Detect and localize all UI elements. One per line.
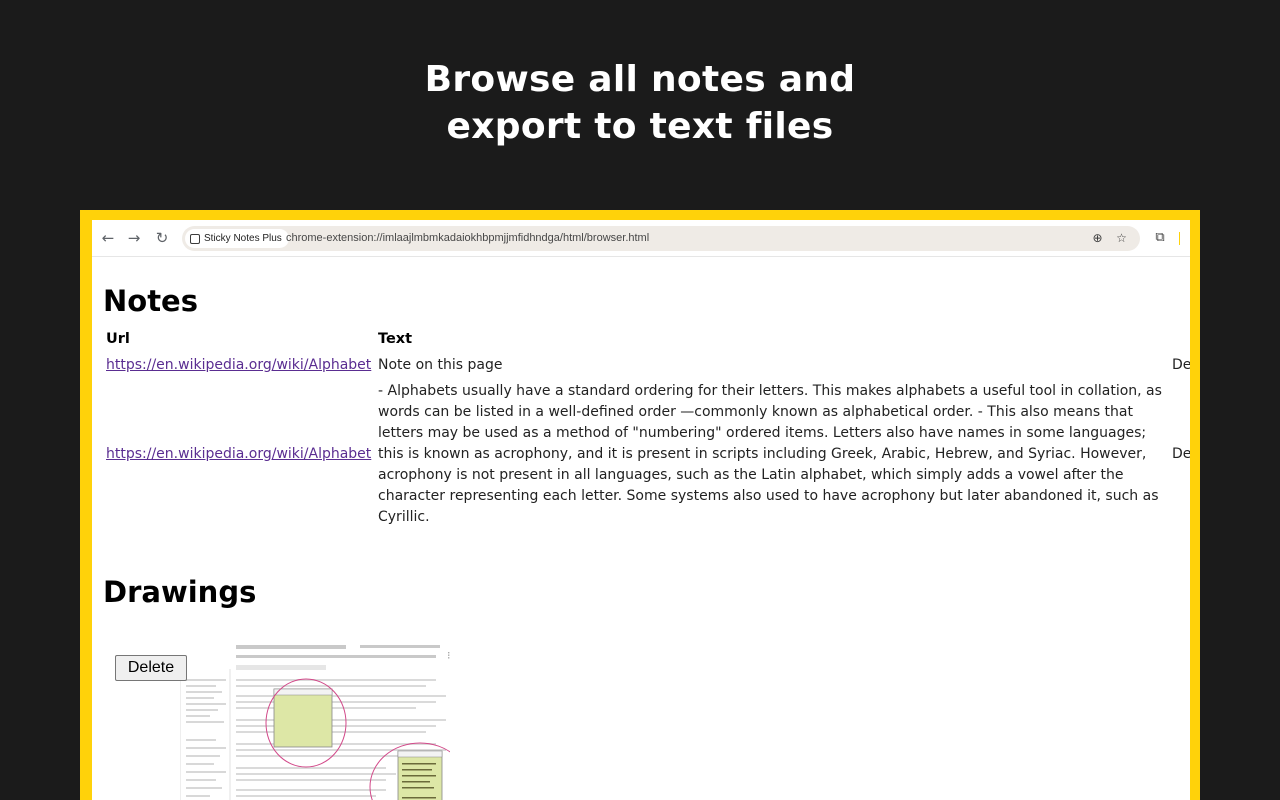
extension-chip[interactable]: Sticky Notes Plus (185, 229, 289, 248)
column-header-text: Text (378, 331, 413, 347)
scroll-marker: ⁝ (447, 649, 451, 662)
zoom-icon[interactable]: ⊕ (1090, 231, 1105, 246)
star-icon[interactable]: ☆ (1114, 231, 1129, 246)
note-url-link[interactable]: https://en.wikipedia.org/wiki/Alphabet (106, 355, 371, 376)
extension-chip-label: Sticky Notes Plus (204, 233, 282, 244)
drawings-title: Drawings (103, 575, 257, 609)
note-url-link[interactable]: https://en.wikipedia.org/wiki/Alphabet (106, 444, 371, 465)
browser-window: ← → ↻ Sticky Notes Plus chrome-extension… (92, 220, 1190, 800)
reload-icon[interactable]: ↻ (153, 229, 171, 247)
browser-toolbar: ← → ↻ Sticky Notes Plus chrome-extension… (92, 220, 1190, 257)
forward-icon[interactable]: → (125, 229, 143, 247)
headline-line-2: export to text files (446, 106, 834, 147)
address-bar[interactable]: Sticky Notes Plus chrome-extension://iml… (182, 226, 1140, 251)
headline-line-1: Browse all notes and (424, 59, 856, 100)
headline: Browse all notes and export to text file… (0, 56, 1280, 150)
note-extra-cell: De (1172, 446, 1190, 462)
note-text: Note on this page (378, 357, 503, 373)
column-header-url: Url (106, 331, 130, 347)
notes-title: Notes (103, 284, 198, 318)
toolbar-divider (1179, 232, 1180, 245)
back-icon[interactable]: ← (99, 229, 117, 247)
drawing-thumbnail (180, 639, 450, 800)
drawing-thumbnail-image (180, 639, 450, 800)
delete-drawing-button[interactable]: Delete (115, 655, 187, 681)
note-extra-cell: De (1172, 357, 1190, 373)
puzzle-icon (190, 233, 200, 244)
note-text: - Alphabets usually have a standard orde… (378, 383, 1162, 525)
extensions-icon[interactable]: ⧉ (1151, 229, 1169, 247)
url-text[interactable]: chrome-extension://imlaajlmbmkadaiokhbpm… (286, 226, 649, 251)
browser-frame: ← → ↻ Sticky Notes Plus chrome-extension… (80, 210, 1200, 800)
notes-page: Notes Url Text https://en.wikipedia.org/… (92, 257, 1190, 800)
